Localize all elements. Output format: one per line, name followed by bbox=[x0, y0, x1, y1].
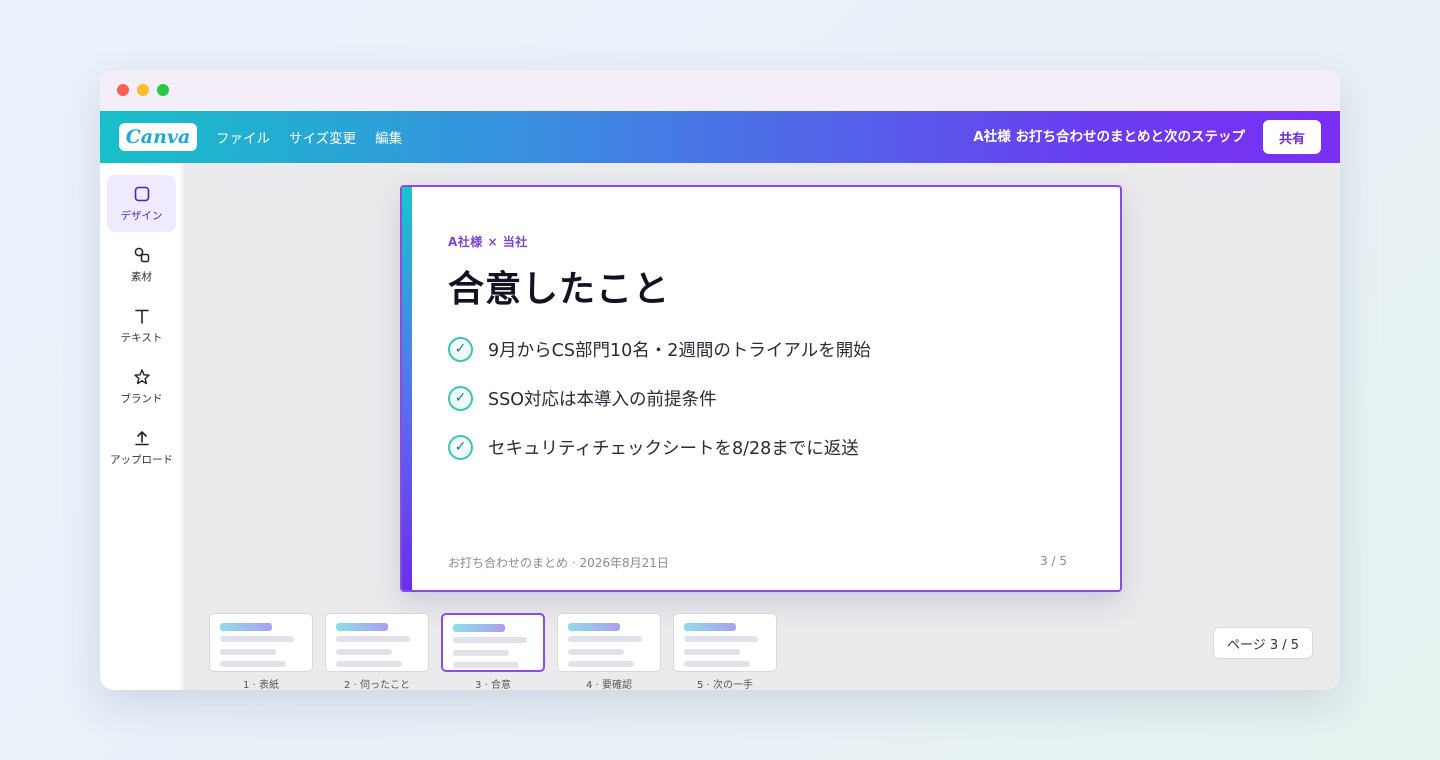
slide-page-number[interactable]: 3 / 5 bbox=[1040, 554, 1067, 568]
slide-kicker[interactable]: A社様 × 当社 bbox=[448, 233, 528, 250]
square-icon bbox=[134, 186, 149, 201]
zoom-window-button[interactable] bbox=[157, 84, 169, 96]
close-window-button[interactable] bbox=[117, 84, 129, 96]
thumbnail-preview[interactable] bbox=[209, 613, 313, 672]
sidebar-item-label: 素材 bbox=[131, 270, 152, 283]
check-icon: ✓ bbox=[448, 336, 473, 362]
thumbnail-item-active[interactable]: 3 · 合意 bbox=[441, 613, 545, 690]
sidebar-item-label: テキスト bbox=[120, 331, 163, 344]
sidebar-item-elements[interactable]: 素材 bbox=[107, 236, 176, 293]
star-icon bbox=[133, 368, 150, 384]
top-bar: Canva ファイル サイズ変更 編集 A社様 お打ち合わせのまとめと次のステッ… bbox=[100, 111, 1340, 163]
sidebar-item-brand[interactable]: ブランド bbox=[107, 358, 176, 415]
menu-edit[interactable]: 編集 bbox=[375, 127, 402, 147]
thumbnail-item[interactable]: 2 · 伺ったこと bbox=[325, 613, 429, 690]
thumbnail-preview[interactable] bbox=[441, 613, 545, 672]
thumbnail-label: 3 · 合意 bbox=[475, 680, 511, 690]
list-item[interactable]: ✓ SSO対応は本導入の前提条件 bbox=[448, 385, 871, 411]
editor-canvas: A社様 × 当社 合意したこと ✓ 9月からCS部門10名・2週間のトライアルを… bbox=[183, 163, 1340, 690]
main-menu: ファイル サイズ変更 編集 bbox=[216, 111, 421, 163]
check-icon: ✓ bbox=[448, 434, 473, 460]
thumbnail-preview[interactable] bbox=[557, 613, 661, 672]
menu-resize[interactable]: サイズ変更 bbox=[289, 127, 356, 147]
slide-footer[interactable]: お打ち合わせのまとめ · 2026年8月21日 bbox=[448, 554, 669, 571]
title-bar bbox=[100, 70, 1340, 111]
page-indicator[interactable]: ページ 3 / 5 bbox=[1213, 627, 1313, 659]
thumbnail-label: 4 · 要確認 bbox=[586, 680, 632, 690]
check-icon: ✓ bbox=[448, 385, 473, 411]
thumbnail-label: 2 · 伺ったこと bbox=[344, 680, 410, 690]
thumbnail-label: 5 · 次の一手 bbox=[697, 680, 753, 690]
thumbnail-item[interactable]: 1 · 表紙 bbox=[209, 613, 313, 690]
text-icon bbox=[134, 309, 149, 324]
document-title[interactable]: A社様 お打ち合わせのまとめと次のステップ bbox=[973, 111, 1245, 163]
slide-headline[interactable]: 合意したこと bbox=[448, 260, 670, 312]
list-item[interactable]: ✓ 9月からCS部門10名・2週間のトライアルを開始 bbox=[448, 336, 871, 362]
sidebar-item-text[interactable]: テキスト bbox=[107, 297, 176, 354]
shapes-icon bbox=[134, 247, 149, 262]
sidebar-item-label: デザイン bbox=[120, 209, 163, 222]
slide-accent-bar bbox=[402, 187, 412, 590]
point-text: 9月からCS部門10名・2週間のトライアルを開始 bbox=[488, 340, 871, 361]
menu-file[interactable]: ファイル bbox=[216, 127, 270, 147]
list-item[interactable]: ✓ セキュリティチェックシートを8/28までに返送 bbox=[448, 434, 871, 460]
app-window: Canva ファイル サイズ変更 編集 A社様 お打ち合わせのまとめと次のステッ… bbox=[100, 70, 1340, 690]
tool-sidebar: デザイン 素材 テキスト ブランド アップロード bbox=[100, 163, 182, 690]
sidebar-item-label: ブランド bbox=[120, 392, 163, 405]
slide-page[interactable]: A社様 × 当社 合意したこと ✓ 9月からCS部門10名・2週間のトライアルを… bbox=[400, 185, 1122, 592]
sidebar-item-label: アップロード bbox=[110, 453, 173, 466]
thumbnail-preview[interactable] bbox=[325, 613, 429, 672]
thumbnail-item[interactable]: 4 · 要確認 bbox=[557, 613, 661, 690]
canva-logo[interactable]: Canva bbox=[119, 123, 197, 151]
thumbnail-preview[interactable] bbox=[673, 613, 777, 672]
thumbnail-item[interactable]: 5 · 次の一手 bbox=[673, 613, 777, 690]
point-text: セキュリティチェックシートを8/28までに返送 bbox=[488, 438, 859, 459]
upload-icon bbox=[134, 430, 149, 445]
thumbnail-label: 1 · 表紙 bbox=[243, 680, 279, 690]
agreement-list: ✓ 9月からCS部門10名・2週間のトライアルを開始 ✓ SSO対応は本導入の前… bbox=[448, 336, 871, 483]
sidebar-item-design[interactable]: デザイン bbox=[107, 175, 176, 232]
minimize-window-button[interactable] bbox=[137, 84, 149, 96]
share-button[interactable]: 共有 bbox=[1263, 120, 1321, 154]
point-text: SSO対応は本導入の前提条件 bbox=[488, 389, 717, 410]
sidebar-item-uploads[interactable]: アップロード bbox=[107, 419, 176, 476]
